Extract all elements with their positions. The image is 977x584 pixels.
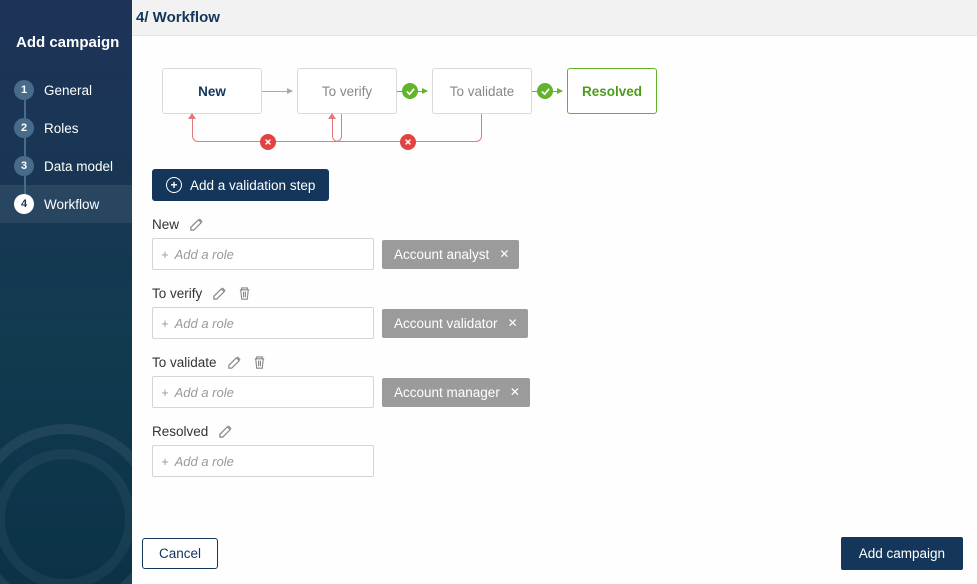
add-campaign-button[interactable]: Add campaign (841, 537, 963, 570)
arrow-icon (262, 91, 292, 92)
step-number: 3 (14, 156, 34, 176)
sidebar-title: Add campaign (0, 0, 132, 71)
seal-decoration (0, 424, 132, 584)
wizard-step-data-model[interactable]: 3 Data model (0, 147, 132, 185)
wizard-step-roles[interactable]: 2 Roles (0, 109, 132, 147)
add-role-input[interactable]: + Add a role (152, 376, 374, 408)
step-title: To validate (152, 355, 217, 370)
content: New To verify To validate Resolved (132, 36, 977, 527)
chip-label: Account analyst (394, 247, 489, 262)
plus-icon: + (161, 316, 169, 331)
remove-chip-icon[interactable]: ✕ (499, 247, 509, 261)
reject-icon (400, 134, 416, 150)
step-label: Roles (44, 121, 79, 136)
add-role-input[interactable]: + Add a role (152, 445, 374, 477)
step-title: To verify (152, 286, 202, 301)
node-to-verify: To verify (297, 68, 397, 114)
arrow-up-icon (328, 113, 336, 119)
add-role-input[interactable]: + Add a role (152, 307, 374, 339)
wizard-step-general[interactable]: 1 General (0, 71, 132, 109)
add-validation-step-button[interactable]: + Add a validation step (152, 169, 329, 201)
plus-icon: + (161, 385, 169, 400)
chip-label: Account validator (394, 316, 498, 331)
wizard-step-workflow[interactable]: 4 Workflow (0, 185, 132, 223)
plus-icon: + (161, 247, 169, 262)
reject-icon (260, 134, 276, 150)
step-label: Data model (44, 159, 113, 174)
plus-icon: + (161, 454, 169, 469)
arrow-up-icon (188, 113, 196, 119)
step-title: New (152, 217, 179, 232)
step-block-resolved: Resolved + Add a role (152, 424, 957, 477)
page-title: 4/ Workflow (132, 0, 977, 36)
step-title: Resolved (152, 424, 208, 439)
edit-icon[interactable] (218, 424, 233, 439)
step-number: 4 (14, 194, 34, 214)
workflow-diagram: New To verify To validate Resolved (152, 58, 957, 163)
step-block-new: New + Add a role Account analyst ✕ (152, 217, 957, 270)
role-chip: Account manager ✕ (382, 378, 530, 407)
step-label: General (44, 83, 92, 98)
plus-circle-icon: + (166, 177, 182, 193)
trash-icon[interactable] (237, 286, 252, 301)
placeholder: Add a role (175, 385, 234, 400)
role-chip: Account analyst ✕ (382, 240, 519, 269)
placeholder: Add a role (175, 316, 234, 331)
check-icon (402, 83, 418, 99)
footer: Cancel Add campaign (132, 527, 977, 584)
step-block-to-verify: To verify + Add a role Account validator… (152, 286, 957, 339)
edit-icon[interactable] (212, 286, 227, 301)
main-panel: 4/ Workflow New To verify To validate Re… (132, 0, 977, 584)
edit-icon[interactable] (227, 355, 242, 370)
check-icon (537, 83, 553, 99)
edit-icon[interactable] (189, 217, 204, 232)
cancel-button[interactable]: Cancel (142, 538, 218, 569)
placeholder: Add a role (175, 247, 234, 262)
node-resolved: Resolved (567, 68, 657, 114)
step-block-to-validate: To validate + Add a role Account manager… (152, 355, 957, 408)
add-role-input[interactable]: + Add a role (152, 238, 374, 270)
remove-chip-icon[interactable]: ✕ (510, 385, 520, 399)
wizard-steps: 1 General 2 Roles 3 Data model 4 Workflo… (0, 71, 132, 223)
role-chip: Account validator ✕ (382, 309, 528, 338)
node-new: New (162, 68, 262, 114)
node-to-validate: To validate (432, 68, 532, 114)
button-label: Add a validation step (190, 178, 315, 193)
step-number: 2 (14, 118, 34, 138)
trash-icon[interactable] (252, 355, 267, 370)
placeholder: Add a role (175, 454, 234, 469)
remove-chip-icon[interactable]: ✕ (508, 316, 518, 330)
step-label: Workflow (44, 197, 99, 212)
step-number: 1 (14, 80, 34, 100)
chip-label: Account manager (394, 385, 500, 400)
wizard-sidebar: Add campaign 1 General 2 Roles 3 Data mo… (0, 0, 132, 584)
